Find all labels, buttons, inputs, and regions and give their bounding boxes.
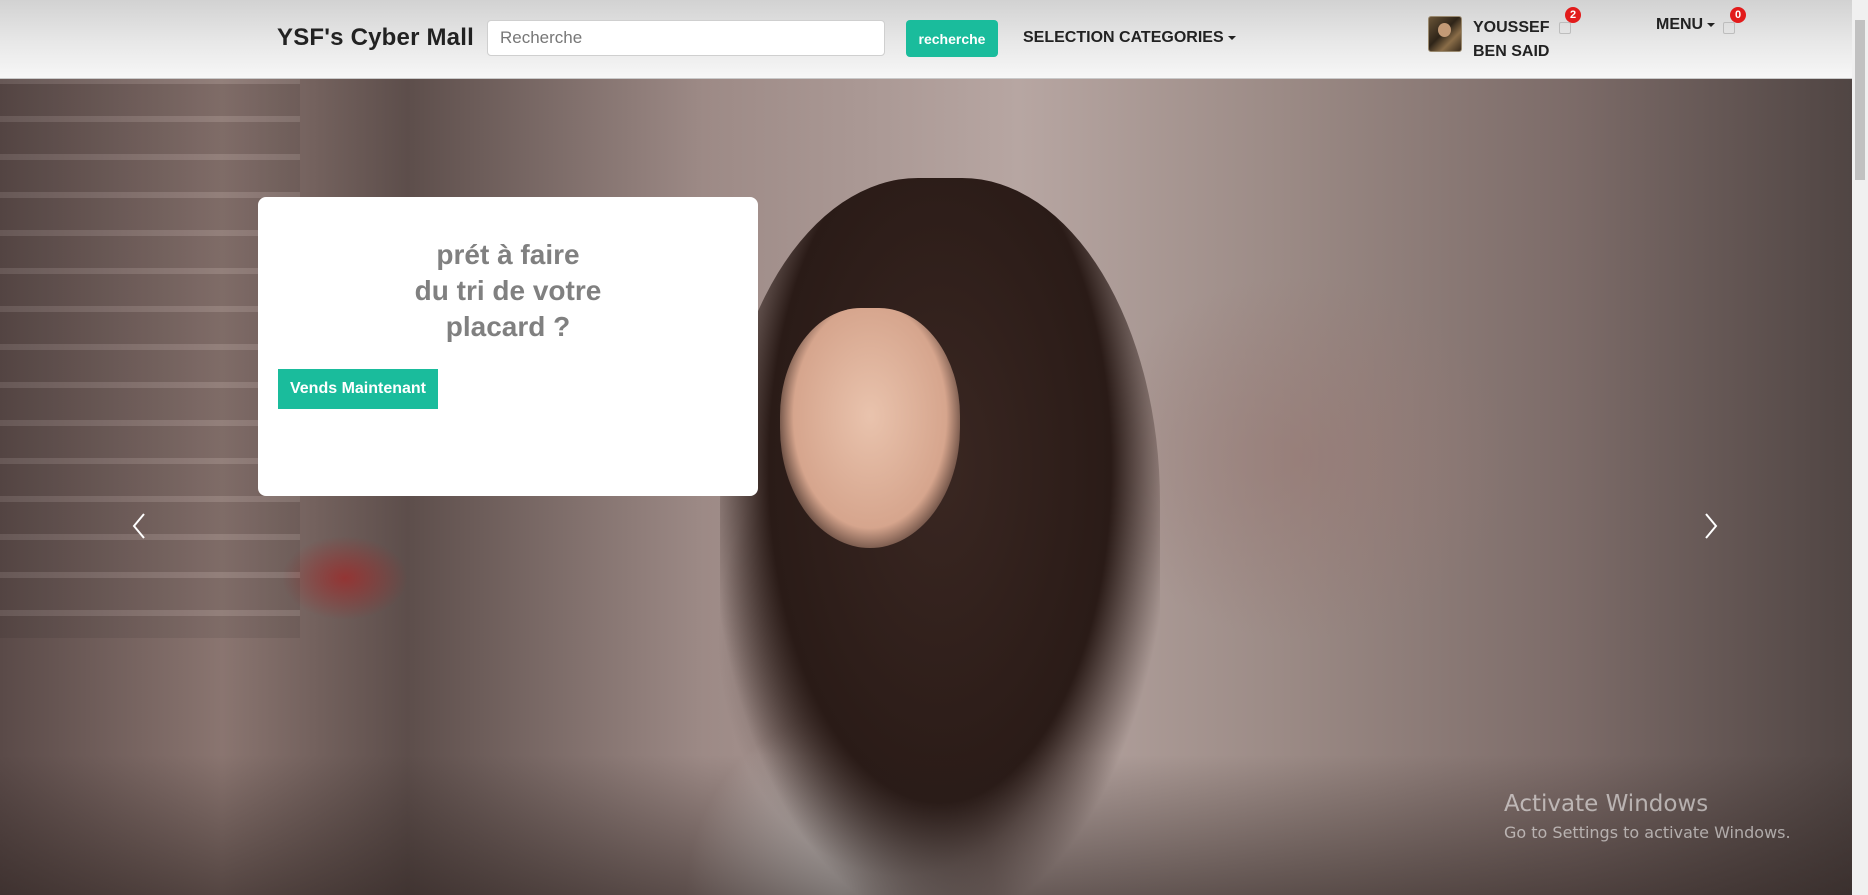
page-scrollbar[interactable]	[1852, 0, 1868, 895]
sell-now-button[interactable]: Vends Maintenant	[278, 369, 438, 409]
promo-line-3: placard ?	[445, 311, 571, 342]
hero-photo-face	[780, 308, 960, 548]
hero-background-building	[0, 78, 300, 638]
menu-label: MENU	[1656, 16, 1704, 33]
promo-line-1: prét à faire	[436, 239, 580, 270]
avatar[interactable]	[1428, 16, 1462, 52]
windows-activation-watermark: Activate Windows Go to Settings to activ…	[1504, 790, 1791, 844]
scrollbar-thumb[interactable]	[1855, 20, 1865, 180]
watermark-title: Activate Windows	[1504, 791, 1709, 817]
bell-icon[interactable]	[1559, 22, 1571, 34]
carousel-next-button[interactable]	[1696, 506, 1726, 546]
categories-dropdown[interactable]: SELECTION CATEGORIES	[1023, 29, 1236, 47]
page: YSF's Cyber Mall recherche SELECTION CAT…	[0, 0, 1868, 895]
notification-badge: 2	[1565, 7, 1581, 23]
chevron-right-icon	[1705, 513, 1718, 539]
promo-title: prét à faire du tri de votre placard ?	[258, 237, 758, 345]
cart-icon[interactable]	[1723, 22, 1735, 34]
carousel-prev-button[interactable]	[124, 506, 154, 546]
chevron-left-icon	[132, 513, 145, 539]
promo-card: prét à faire du tri de votre placard ? V…	[258, 197, 758, 496]
categories-label: SELECTION CATEGORIES	[1023, 29, 1224, 46]
watermark-subtitle: Go to Settings to activate Windows.	[1504, 823, 1791, 842]
caret-down-icon	[1707, 22, 1716, 27]
hero-carousel: prét à faire du tri de votre placard ? V…	[0, 78, 1852, 895]
menu-dropdown[interactable]: MENU	[1656, 16, 1716, 34]
search-button[interactable]: recherche	[906, 20, 998, 57]
search-input[interactable]	[487, 20, 885, 56]
cart-badge: 0	[1730, 7, 1746, 23]
navbar: YSF's Cyber Mall recherche SELECTION CAT…	[0, 0, 1852, 79]
promo-line-2: du tri de votre	[414, 275, 602, 306]
user-name[interactable]: YOUSSEF BEN SAID	[1473, 16, 1563, 64]
user-first-name: YOUSSEF	[1473, 19, 1550, 36]
user-last-name: BEN SAID	[1473, 43, 1550, 60]
caret-down-icon	[1227, 35, 1236, 40]
brand-logo[interactable]: YSF's Cyber Mall	[277, 24, 474, 52]
